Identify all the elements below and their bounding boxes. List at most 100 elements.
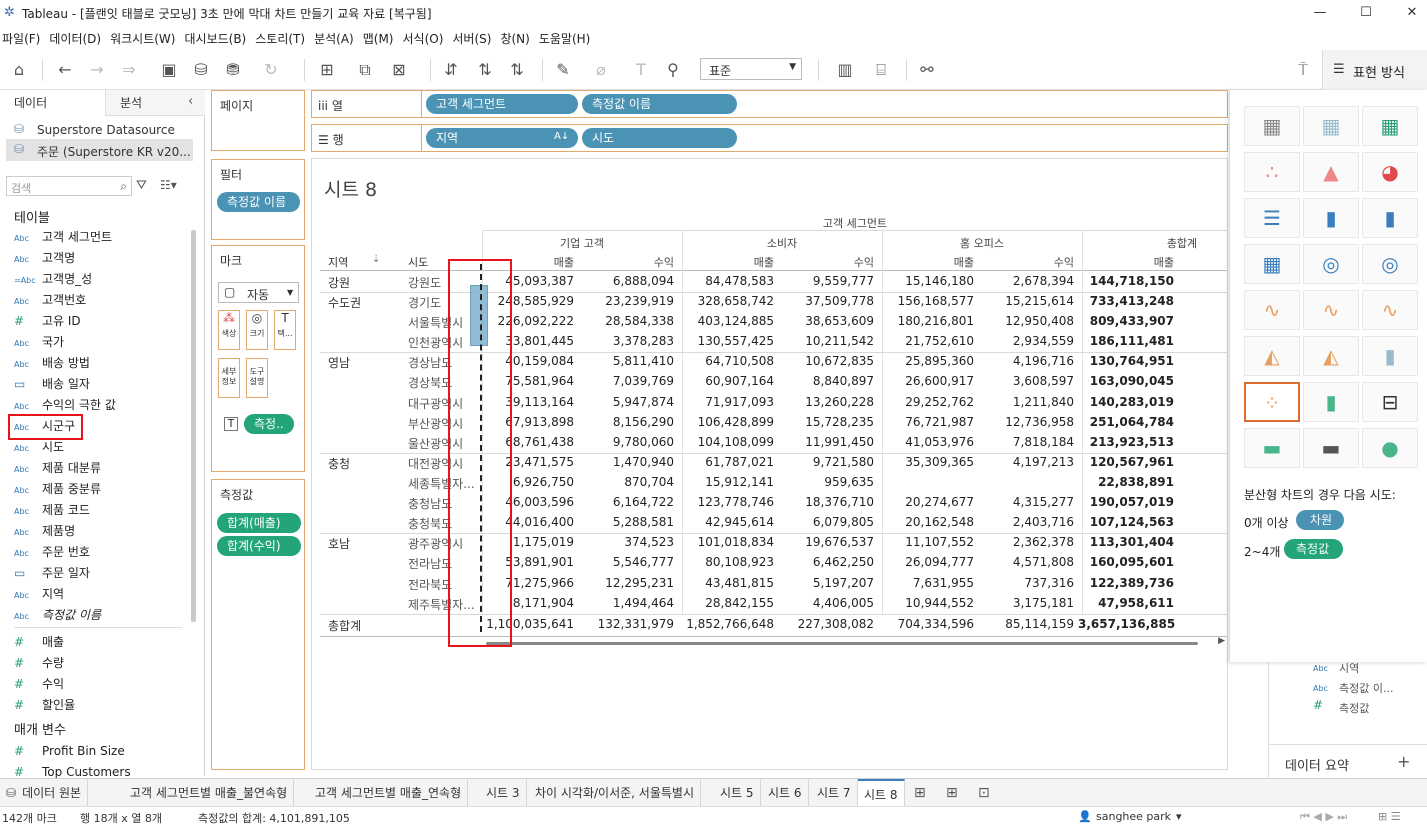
sheet-tab[interactable]: 시트 5 xyxy=(714,779,761,807)
menu-format[interactable]: 서식(O) xyxy=(401,26,451,47)
sort-desc-icon[interactable]: ⇅ xyxy=(506,60,528,80)
maximize-button[interactable]: ☐ xyxy=(1343,0,1389,26)
showme-tab[interactable]: ☰ 표현 방식 xyxy=(1322,50,1427,90)
menu-help[interactable]: 도움말(H) xyxy=(537,26,598,47)
close-button[interactable]: ✕ xyxy=(1389,0,1427,26)
pages-card[interactable]: 페이지 xyxy=(211,90,305,151)
minimize-button[interactable]: — xyxy=(1297,0,1343,26)
menu-worksheet[interactable]: 워크시트(W) xyxy=(108,26,182,47)
pause-updates-icon[interactable]: ⛃ xyxy=(222,60,244,80)
field-item[interactable]: ▭ 배송 일자 xyxy=(14,374,90,395)
line-continuous-icon[interactable]: ∿ xyxy=(1244,290,1300,330)
new-story-icon[interactable]: ⊡ xyxy=(978,785,990,801)
scatter-plot-icon[interactable]: ⁘ xyxy=(1244,382,1300,422)
home-icon[interactable]: ⌂ xyxy=(8,60,30,80)
sheet-tab[interactable]: 시트 7 xyxy=(811,779,858,807)
menu-window[interactable]: 창(N) xyxy=(498,26,536,47)
field-item[interactable]: Abc 고객명 xyxy=(14,248,75,269)
field-item[interactable]: # 수량 xyxy=(14,653,64,674)
new-sheet-icon[interactable]: ⊞ xyxy=(314,60,340,80)
filter-icon[interactable]: ⛛ xyxy=(136,178,147,193)
datasource-superstore[interactable]: Superstore Datasource xyxy=(37,123,175,137)
collapse-icon[interactable]: ‹ xyxy=(188,94,193,109)
filter-pill[interactable]: 측정값 이름 xyxy=(217,192,300,212)
columns-pill-segment[interactable]: 고객 세그먼트 xyxy=(426,94,578,114)
field-item[interactable]: Abc 수익의 극한 값 xyxy=(14,395,116,416)
duplicate-sheet-icon[interactable]: ⧉ xyxy=(354,60,376,80)
pin-icon[interactable]: ⚲ xyxy=(662,60,684,80)
field-item[interactable]: ▭ 주문 일자 xyxy=(14,563,90,584)
new-datasource-icon[interactable]: ⛁ xyxy=(190,60,212,80)
horizontal-scrollbar[interactable]: ▶ xyxy=(482,636,1227,648)
fit-select[interactable]: 표준 ▼ xyxy=(700,58,802,80)
sheet-tab[interactable]: 시트 6 xyxy=(762,779,809,807)
dual-combination-icon[interactable]: ▮ xyxy=(1362,336,1418,376)
share-icon[interactable]: ⚯ xyxy=(916,60,938,80)
mark-detail-button[interactable]: 세부 정보 xyxy=(218,358,240,398)
status-user[interactable]: sanghee park xyxy=(1096,810,1171,823)
legend-item[interactable]: 측정값 이... xyxy=(1339,680,1393,696)
sort-az-icon[interactable]: A↓ xyxy=(554,131,569,142)
scroll-right-icon[interactable]: ▶ xyxy=(1218,636,1225,646)
menu-server[interactable]: 서버(S) xyxy=(450,26,498,47)
horizontal-bar-icon[interactable]: ☰ xyxy=(1244,198,1300,238)
param-item[interactable]: # Profit Bin Size xyxy=(14,741,125,762)
rows-shelf[interactable]: ☰ 행 지역 A↓ 시도 xyxy=(311,124,1228,152)
labels-icon[interactable]: T xyxy=(630,60,652,80)
field-item[interactable]: Abc 제품 대분류 xyxy=(14,458,101,479)
sheet-tab[interactable]: 차이 시각화/이서준, 서울특별시 xyxy=(529,779,702,807)
legend-item[interactable]: 시역 xyxy=(1339,660,1359,676)
nav-first-icon[interactable]: ⏮ ◀ ▶ ⏭ xyxy=(1300,810,1347,824)
new-dashboard-icon[interactable]: ⊞ xyxy=(946,785,958,801)
mark-size-button[interactable]: ◎ 크기 xyxy=(246,310,268,350)
sheet-tab[interactable]: 고객 세그먼트별 매출_불연속형 xyxy=(124,779,295,807)
measure-pill-sales[interactable]: 합계(매출) xyxy=(217,513,301,533)
sheet-tab[interactable]: 시트 3 xyxy=(480,779,527,807)
side-by-side-bar-icon[interactable]: ▮ xyxy=(1362,198,1418,238)
field-item[interactable]: Abc 제품 코드 xyxy=(14,500,90,521)
gantt-icon[interactable]: ▬ xyxy=(1244,428,1300,468)
save-icon[interactable]: ▣ xyxy=(158,60,180,80)
histogram-icon[interactable]: ▮ xyxy=(1303,382,1359,422)
tab-data[interactable]: 데이터 xyxy=(0,90,106,116)
packed-bubbles-icon[interactable]: ● xyxy=(1362,428,1418,468)
columns-pill-measure-names[interactable]: 측정값 이름 xyxy=(582,94,737,114)
area-discrete-icon[interactable]: ◭ xyxy=(1303,336,1359,376)
field-item[interactable]: Abc 주문 번호 xyxy=(14,542,90,563)
field-item[interactable]: # 수익 xyxy=(14,674,64,695)
mark-text-pill[interactable]: 측정.. xyxy=(244,414,294,434)
sort-asc-icon[interactable]: ⇅ xyxy=(474,60,496,80)
field-item[interactable]: =Abc 고객명_성 xyxy=(14,269,92,290)
treemap-icon[interactable]: ▦ xyxy=(1244,244,1300,284)
field-item[interactable]: Abc 국가 xyxy=(14,332,64,353)
dual-line-icon[interactable]: ∿ xyxy=(1362,290,1418,330)
highlight-icon[interactable]: ✎ xyxy=(552,60,574,80)
mark-color-button[interactable]: ⁂ 색상 xyxy=(218,310,240,350)
user-menu-icon[interactable]: ▾ xyxy=(1176,810,1182,823)
group-icon[interactable]: ⌀ xyxy=(590,60,612,80)
sheet-tab[interactable]: 시트 8 xyxy=(858,779,905,807)
refresh-icon[interactable]: ↻ xyxy=(258,60,284,80)
field-item[interactable]: Abc 지역 xyxy=(14,584,64,605)
menu-file[interactable]: 파일(F) xyxy=(0,26,47,47)
menu-analysis[interactable]: 분석(A) xyxy=(312,26,361,47)
clear-sheet-icon[interactable]: ⊠ xyxy=(386,60,412,80)
field-item[interactable]: Abc 고객 세그먼트 xyxy=(14,227,112,248)
legend-item[interactable]: 측정값 xyxy=(1339,700,1369,716)
swap-icon[interactable]: ⇵ xyxy=(440,60,462,80)
rows-pill-sido[interactable]: 시도 xyxy=(582,128,737,148)
grid-view-icon[interactable]: ⊞ ☰ xyxy=(1378,810,1401,823)
sort-icon[interactable]: ⇣ xyxy=(372,254,380,265)
plus-icon[interactable]: + xyxy=(1397,752,1410,771)
heat-map-icon[interactable]: ▦ xyxy=(1303,106,1359,146)
circle-view-icon[interactable]: ◎ xyxy=(1303,244,1359,284)
filters-card[interactable]: 필터 측정값 이름 xyxy=(211,159,305,240)
stacked-bar-icon[interactable]: ▮ xyxy=(1303,198,1359,238)
mark-text-button[interactable]: T 텍... xyxy=(274,310,296,350)
new-worksheet-icon[interactable]: ⊞ xyxy=(914,785,926,801)
menu-data[interactable]: 데이터(D) xyxy=(47,26,108,47)
symbol-map-icon[interactable]: ∴ xyxy=(1244,152,1300,192)
sheet-tab[interactable]: 고객 세그먼트별 매출_연속형 xyxy=(309,779,469,807)
text-table-icon[interactable]: ▦ xyxy=(1244,106,1300,146)
field-item[interactable]: # 할인율 xyxy=(14,695,75,716)
